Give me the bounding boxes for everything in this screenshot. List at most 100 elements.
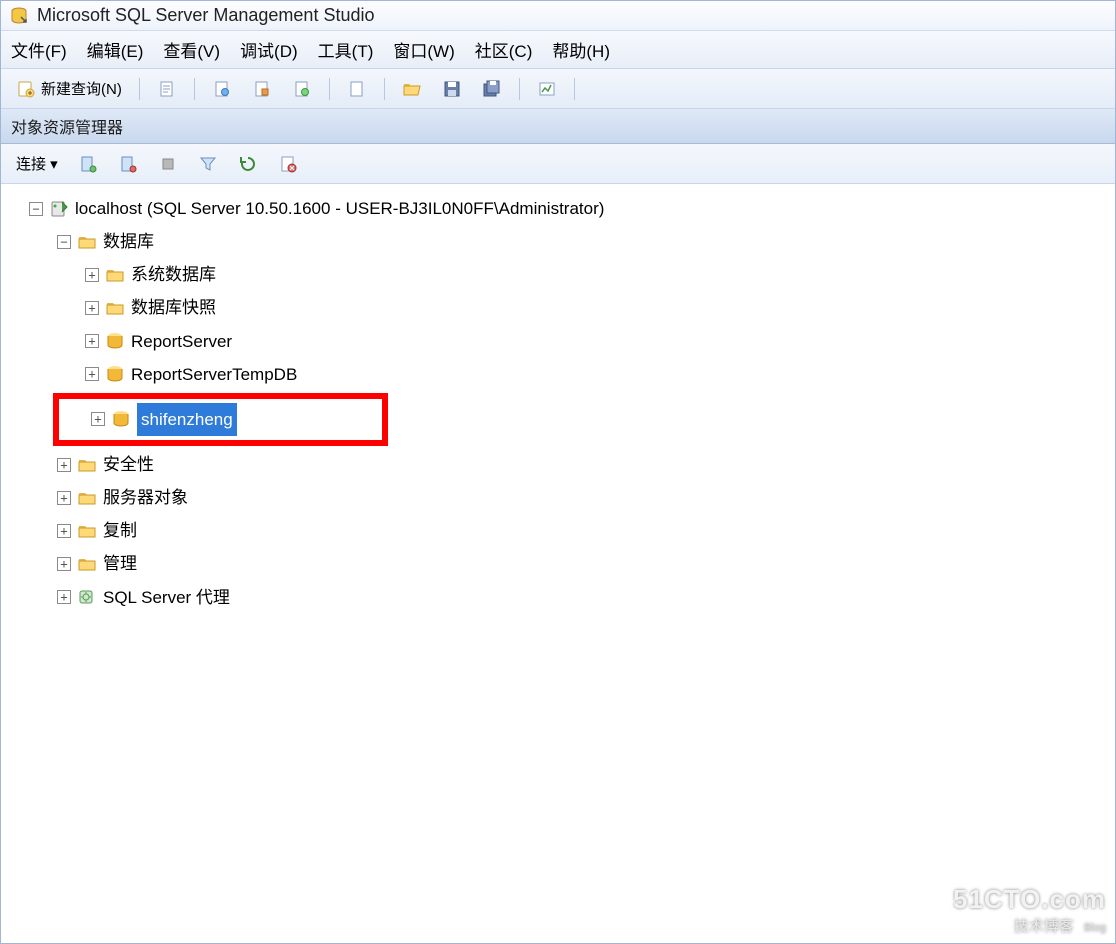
new-file-button[interactable] <box>340 75 374 103</box>
menu-file[interactable]: 文件(F) <box>11 37 67 62</box>
filter-icon <box>198 154 218 174</box>
server-disconnect-icon <box>118 154 138 174</box>
menu-window[interactable]: 窗口(W) <box>393 37 454 62</box>
object-explorer-toolbar: 连接 ▾ <box>1 144 1115 184</box>
filter-button[interactable] <box>191 150 225 178</box>
new-query-button[interactable]: 新建查询(N) <box>9 74 129 103</box>
report-delete-icon <box>278 154 298 174</box>
server-connect-icon <box>78 154 98 174</box>
expand-icon[interactable]: + <box>57 557 71 571</box>
mdx-query-button[interactable] <box>285 75 319 103</box>
expand-icon[interactable]: + <box>91 412 105 426</box>
tree-label-reportserver: ReportServer <box>131 325 232 358</box>
titlebar: Microsoft SQL Server Management Studio <box>1 1 1115 31</box>
highlight-box: + shifenzheng <box>53 393 388 446</box>
report-button[interactable] <box>271 150 305 178</box>
tree-label-replication: 复制 <box>103 514 137 547</box>
expand-icon[interactable]: + <box>57 491 71 505</box>
object-explorer-tree[interactable]: − localhost (SQL Server 10.50.1600 - USE… <box>1 184 1115 943</box>
file-icon <box>347 79 367 99</box>
watermark: 51CTO.com 技术博客 Blog <box>953 884 1106 936</box>
menu-community[interactable]: 社区(C) <box>475 37 533 62</box>
watermark-line2: 技术博客 Blog <box>953 915 1106 936</box>
tree-node-management[interactable]: + 管理 <box>7 547 1109 580</box>
new-query-icon <box>16 79 36 99</box>
save-icon <box>442 79 462 99</box>
tree-label-management: 管理 <box>103 547 137 580</box>
folder-icon <box>105 266 125 284</box>
folder-icon <box>77 522 97 540</box>
agent-icon <box>77 588 97 606</box>
save-button[interactable] <box>435 75 469 103</box>
save-all-button[interactable] <box>475 75 509 103</box>
page-green-icon <box>292 79 312 99</box>
ssms-app-icon <box>9 6 29 26</box>
connect-dropdown[interactable]: 连接 ▾ <box>9 149 65 178</box>
menu-edit[interactable]: 编辑(E) <box>87 37 144 62</box>
disconnect-button[interactable] <box>111 150 145 178</box>
window-title: Microsoft SQL Server Management Studio <box>37 5 374 26</box>
refresh-button[interactable] <box>231 150 265 178</box>
tree-node-security[interactable]: + 安全性 <box>7 448 1109 481</box>
new-query-label: 新建查询(N) <box>41 78 122 99</box>
menu-debug[interactable]: 调试(D) <box>240 37 298 62</box>
open-file-button[interactable] <box>150 75 184 103</box>
toolbar-separator <box>194 78 195 100</box>
tree-node-reportserver-tempdb[interactable]: + ReportServerTempDB <box>7 358 1109 391</box>
toolbar-separator <box>139 78 140 100</box>
db-engine-query-button[interactable] <box>205 75 239 103</box>
expand-icon[interactable]: + <box>85 301 99 315</box>
database-icon <box>105 332 125 350</box>
expand-icon[interactable]: + <box>85 334 99 348</box>
connect-server-button[interactable] <box>71 150 105 178</box>
collapse-icon[interactable]: − <box>29 202 43 216</box>
open-folder-button[interactable] <box>395 75 429 103</box>
tree-node-reportserver[interactable]: + ReportServer <box>7 325 1109 358</box>
tree-label-agent: SQL Server 代理 <box>103 581 230 614</box>
tree-label-snapshots: 数据库快照 <box>131 291 216 324</box>
page-blue-icon <box>212 79 232 99</box>
tree-node-databases[interactable]: − 数据库 <box>7 225 1109 258</box>
folder-icon <box>77 555 97 573</box>
folder-icon <box>105 299 125 317</box>
object-explorer-header: 对象资源管理器 <box>1 109 1115 144</box>
tree-node-snapshots[interactable]: + 数据库快照 <box>7 291 1109 324</box>
analysis-query-button[interactable] <box>245 75 279 103</box>
toolbar-separator <box>384 78 385 100</box>
tree-label-sys-db: 系统数据库 <box>131 258 216 291</box>
file-icon <box>157 79 177 99</box>
tree-node-shifenzheng[interactable]: + shifenzheng <box>63 403 378 436</box>
object-explorer-title: 对象资源管理器 <box>11 120 123 137</box>
folder-icon <box>77 456 97 474</box>
activity-monitor-button[interactable] <box>530 75 564 103</box>
menu-help[interactable]: 帮助(H) <box>552 37 610 62</box>
expand-icon[interactable]: + <box>85 268 99 282</box>
menu-view[interactable]: 查看(V) <box>163 37 220 62</box>
tree-node-system-databases[interactable]: + 系统数据库 <box>7 258 1109 291</box>
expand-icon[interactable]: + <box>57 524 71 538</box>
folder-icon <box>77 233 97 251</box>
stop-button[interactable] <box>151 150 185 178</box>
chart-icon <box>537 79 557 99</box>
tree-label-security: 安全性 <box>103 448 154 481</box>
tree-label-shifenzheng: shifenzheng <box>137 403 237 436</box>
tree-node-server[interactable]: − localhost (SQL Server 10.50.1600 - USE… <box>7 192 1109 225</box>
expand-icon[interactable]: + <box>85 367 99 381</box>
tree-node-agent[interactable]: + SQL Server 代理 <box>7 581 1109 614</box>
stop-icon <box>158 154 178 174</box>
expand-icon[interactable]: + <box>57 458 71 472</box>
tree-label-server-objects: 服务器对象 <box>103 481 188 514</box>
tree-label-reportserver-temp: ReportServerTempDB <box>131 358 297 391</box>
tree-node-replication[interactable]: + 复制 <box>7 514 1109 547</box>
tree-label-server: localhost (SQL Server 10.50.1600 - USER-… <box>75 192 604 225</box>
toolbar-separator <box>574 78 575 100</box>
expand-icon[interactable]: + <box>57 590 71 604</box>
toolbar-separator <box>329 78 330 100</box>
tree-node-server-objects[interactable]: + 服务器对象 <box>7 481 1109 514</box>
menu-tools[interactable]: 工具(T) <box>318 37 374 62</box>
refresh-icon <box>238 154 258 174</box>
database-icon <box>105 365 125 383</box>
toolbar-separator <box>519 78 520 100</box>
menubar: 文件(F) 编辑(E) 查看(V) 调试(D) 工具(T) 窗口(W) 社区(C… <box>1 31 1115 69</box>
collapse-icon[interactable]: − <box>57 235 71 249</box>
